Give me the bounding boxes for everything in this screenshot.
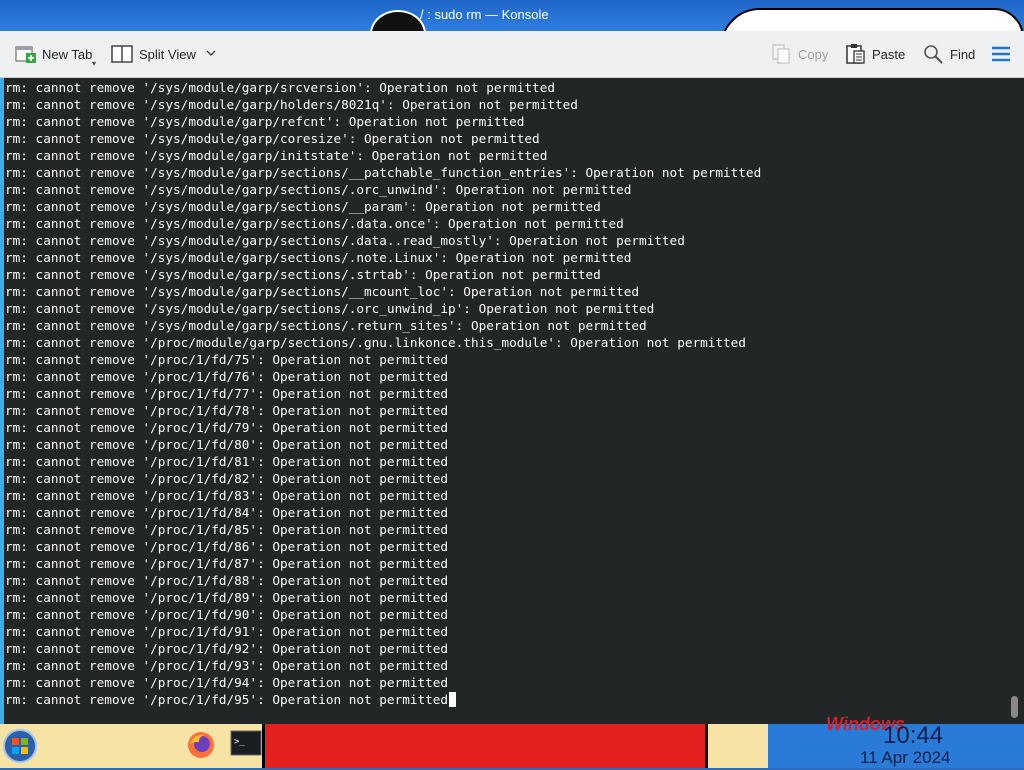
terminal-line: rm: cannot remove '/proc/1/fd/93': Opera…: [5, 658, 449, 673]
split-view-button[interactable]: Split View: [111, 31, 216, 77]
start-orb-icon: [3, 729, 37, 763]
paste-icon: [844, 43, 866, 65]
firefox-icon: [188, 732, 214, 758]
terminal-line: rm: cannot remove '/sys/module/garp/sect…: [5, 318, 647, 333]
chevron-down-icon[interactable]: [206, 48, 216, 60]
terminal-line: rm: cannot remove '/proc/1/fd/78': Opera…: [5, 403, 449, 418]
terminal-line: rm: cannot remove '/proc/1/fd/79': Opera…: [5, 420, 449, 435]
taskbar-firefox[interactable]: [186, 730, 216, 764]
terminal-line: rm: cannot remove '/proc/1/fd/87': Opera…: [5, 556, 449, 571]
terminal-line: rm: cannot remove '/proc/1/fd/80': Opera…: [5, 437, 449, 452]
terminal-line: rm: cannot remove '/proc/1/fd/82': Opera…: [5, 471, 449, 486]
terminal-line: rm: cannot remove '/sys/module/garp/sect…: [5, 284, 639, 299]
paste-label: Paste: [872, 46, 906, 62]
terminal-line: rm: cannot remove '/proc/1/fd/89': Opera…: [5, 590, 449, 605]
new-tab-icon: [14, 43, 36, 65]
split-view-icon: [111, 43, 133, 65]
terminal-line: rm: cannot remove '/sys/module/garp/sect…: [5, 233, 685, 248]
terminal-line: rm: cannot remove '/sys/module/garp/srcv…: [5, 80, 555, 95]
terminal-line: rm: cannot remove '/sys/module/garp/init…: [5, 148, 548, 163]
clock-date[interactable]: 11 Apr 2024: [860, 748, 950, 768]
terminal-line: rm: cannot remove '/proc/1/fd/83': Opera…: [5, 488, 449, 503]
find-label: Find: [950, 46, 976, 62]
copy-button[interactable]: Copy: [770, 31, 828, 77]
split-view-label: Split View: [139, 46, 196, 62]
copy-icon: [770, 43, 792, 65]
hamburger-menu-icon: [990, 43, 1012, 65]
terminal-line: rm: cannot remove '/sys/module/garp/sect…: [5, 199, 601, 214]
terminal-line: rm: cannot remove '/proc/1/fd/90': Opera…: [5, 607, 449, 622]
terminal-output[interactable]: rm: cannot remove '/sys/module/garp/srcv…: [0, 78, 1024, 724]
clock-time[interactable]: 10:44: [883, 722, 943, 750]
hamburger-menu-button[interactable]: [990, 31, 1012, 77]
terminal-line: rm: cannot remove '/sys/module/garp/hold…: [5, 97, 578, 112]
terminal-icon: >_: [230, 730, 262, 756]
terminal-line: rm: cannot remove '/proc/module/garp/sec…: [5, 335, 746, 350]
terminal-line: rm: cannot remove '/proc/1/fd/85': Opera…: [5, 522, 449, 537]
terminal-line: rm: cannot remove '/sys/module/garp/refc…: [5, 114, 525, 129]
terminal-line: rm: cannot remove '/proc/1/fd/75': Opera…: [5, 352, 449, 367]
terminal-line: rm: cannot remove '/sys/module/garp/sect…: [5, 250, 632, 265]
terminal-line: rm: cannot remove '/proc/1/fd/81': Opera…: [5, 454, 449, 469]
paste-button[interactable]: Paste: [844, 31, 905, 77]
search-icon: [922, 43, 944, 65]
terminal-line: rm: cannot remove '/proc/1/fd/92': Opera…: [5, 641, 449, 656]
terminal-line: rm: cannot remove '/sys/module/garp/core…: [5, 131, 540, 146]
wallpaper-red-shape: [262, 724, 708, 768]
new-tab-button[interactable]: New Tab: [14, 31, 92, 77]
find-button[interactable]: Find: [922, 31, 975, 77]
terminal-line: rm: cannot remove '/proc/1/fd/91': Opera…: [5, 624, 449, 639]
terminal-line: rm: cannot remove '/sys/module/garp/sect…: [5, 182, 632, 197]
terminal-cursor: [449, 692, 457, 707]
terminal-line: rm: cannot remove '/proc/1/fd/94': Opera…: [5, 675, 449, 690]
konsole-toolbar: New Tab ▾ Split View Copy Paste Find: [0, 31, 1024, 78]
copy-label: Copy: [798, 46, 829, 62]
terminal-line: rm: cannot remove '/sys/module/garp/sect…: [5, 216, 624, 231]
terminal-line: rm: cannot remove '/proc/1/fd/95': Opera…: [5, 691, 457, 708]
terminal-line: rm: cannot remove '/proc/1/fd/88': Opera…: [5, 573, 449, 588]
terminal-line: rm: cannot remove '/proc/1/fd/86': Opera…: [5, 539, 449, 554]
start-menu-button[interactable]: [0, 726, 40, 766]
svg-text:>_: >_: [234, 737, 245, 747]
terminal-line: rm: cannot remove '/sys/module/garp/sect…: [5, 301, 655, 316]
taskbar-konsole[interactable]: >_: [230, 730, 262, 760]
scrollbar-thumb[interactable]: [1011, 696, 1018, 718]
terminal-line: rm: cannot remove '/proc/1/fd/77': Opera…: [5, 386, 449, 401]
terminal-line: rm: cannot remove '/proc/1/fd/84': Opera…: [5, 505, 449, 520]
terminal-line: rm: cannot remove '/sys/module/garp/sect…: [5, 267, 601, 282]
terminal-line: rm: cannot remove '/proc/1/fd/76': Opera…: [5, 369, 449, 384]
new-tab-dropdown-arrow[interactable]: ▾: [92, 59, 96, 68]
terminal-line: rm: cannot remove '/sys/module/garp/sect…: [5, 165, 762, 180]
new-tab-label: New Tab: [42, 46, 93, 62]
window-title: / : sudo rm — Konsole: [420, 7, 549, 22]
